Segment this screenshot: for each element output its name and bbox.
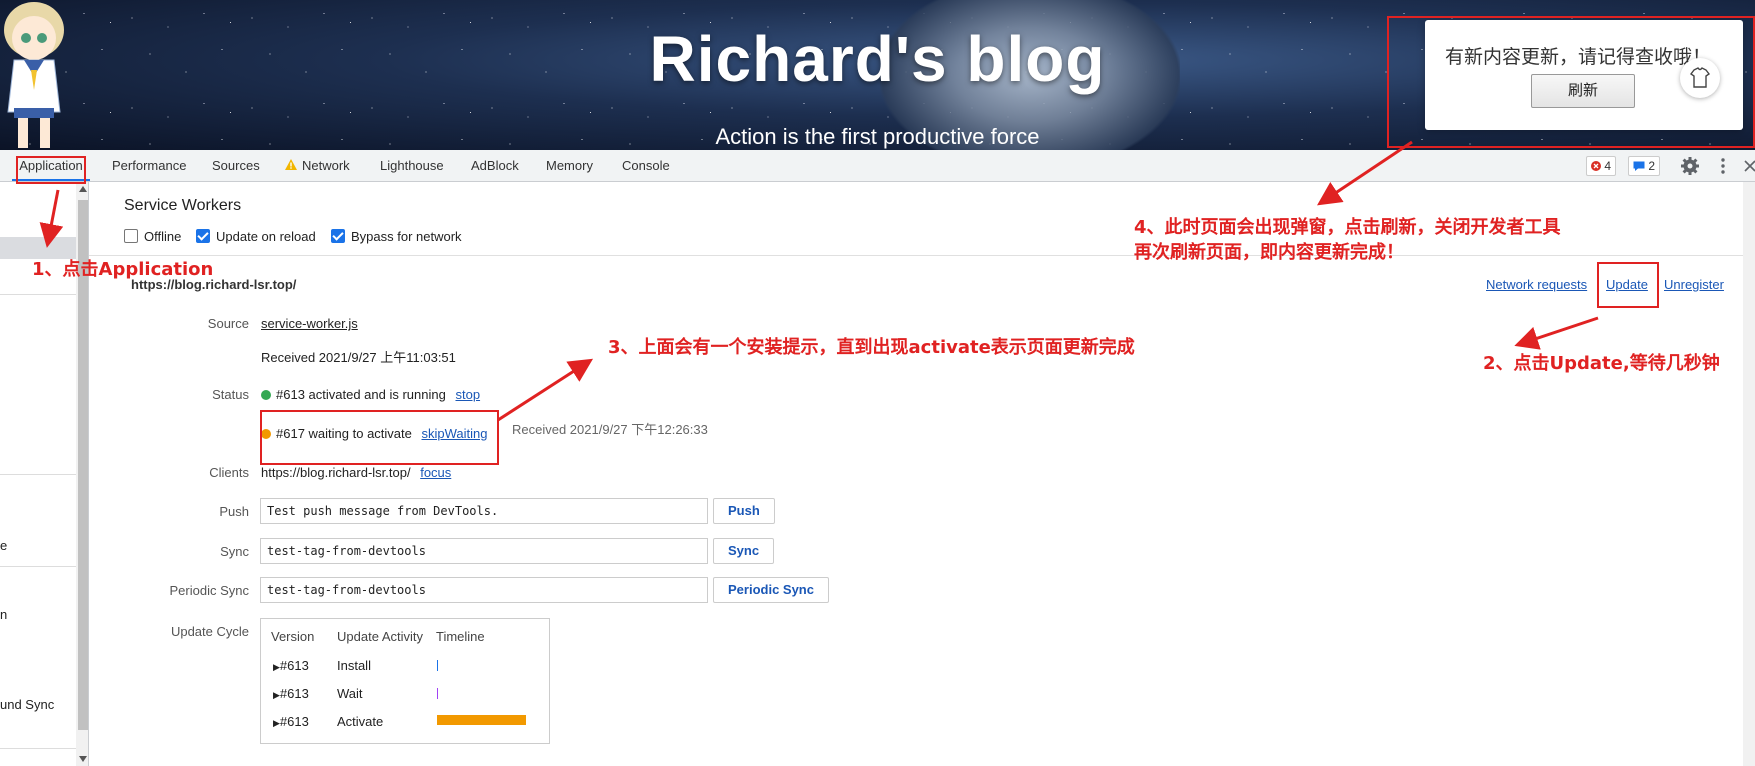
arrow-step-3 <box>497 358 594 422</box>
arrow-step-4 <box>1317 140 1413 206</box>
annotation-arrows <box>39 140 1599 422</box>
arrow-step-2 <box>1514 316 1599 350</box>
arrow-step-1 <box>39 189 64 248</box>
